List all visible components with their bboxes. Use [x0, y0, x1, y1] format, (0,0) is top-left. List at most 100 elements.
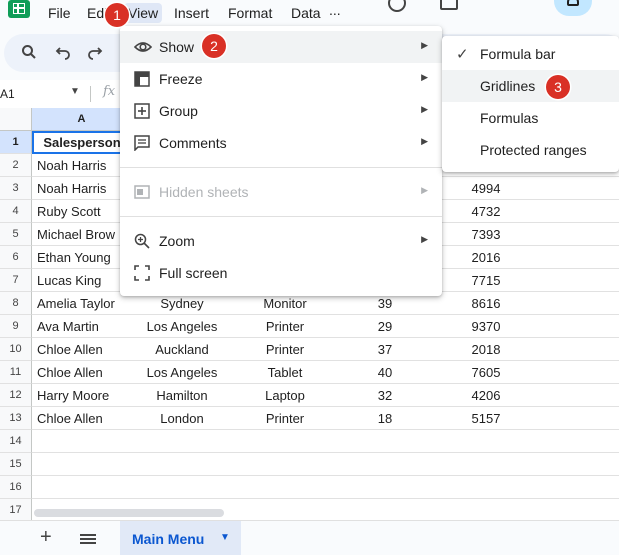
menu-item-formula-bar[interactable]: ✓ Formula bar [442, 38, 619, 70]
table-cell[interactable]: 18 [335, 407, 435, 430]
table-cell[interactable]: Printer [235, 407, 335, 430]
row-header[interactable]: 8 [0, 292, 32, 315]
table-cell[interactable]: Los Angeles [132, 315, 232, 338]
search-icon[interactable] [20, 44, 38, 62]
checkmark-icon: ✓ [456, 46, 469, 63]
freeze-icon [134, 71, 150, 87]
row-header[interactable]: 14 [0, 430, 32, 453]
name-box[interactable]: A1 [0, 87, 15, 101]
submenu-arrow-icon: ▶ [421, 136, 428, 146]
table-cell[interactable]: 9370 [436, 315, 536, 338]
table-cell[interactable]: 7393 [436, 223, 536, 246]
all-sheets-icon[interactable] [80, 534, 96, 544]
row-header[interactable]: 7 [0, 269, 32, 292]
table-cell[interactable]: 4206 [436, 384, 536, 407]
row-header[interactable]: 16 [0, 476, 32, 499]
row-header[interactable]: 10 [0, 338, 32, 361]
fullscreen-icon [134, 265, 150, 281]
row-header[interactable]: 2 [0, 154, 32, 177]
column-header-a[interactable]: A [32, 108, 132, 131]
sheets-logo-icon[interactable] [8, 0, 30, 18]
menu-item-freeze[interactable]: Freeze ▶ [120, 63, 442, 95]
table-cell[interactable]: Noah Harris [32, 154, 132, 177]
row-header[interactable]: 9 [0, 315, 32, 338]
submenu-arrow-icon: ▶ [421, 185, 428, 195]
comment-icon[interactable] [440, 0, 458, 10]
history-icon[interactable] [388, 0, 406, 12]
account-button[interactable] [554, 0, 592, 16]
table-cell[interactable]: 2018 [436, 338, 536, 361]
menu-format[interactable]: Format [228, 5, 272, 21]
table-cell[interactable]: 4732 [436, 200, 536, 223]
table-cell[interactable]: London [132, 407, 232, 430]
menu-item-zoom[interactable]: Zoom ▶ [120, 225, 442, 257]
table-cell[interactable]: Chloe Allen [32, 407, 132, 430]
table-cell[interactable]: Tablet [235, 361, 335, 384]
menu-item-full-screen[interactable]: Full screen [120, 257, 442, 289]
chevron-down-icon[interactable]: ▼ [70, 86, 80, 97]
selected-cell-outline [32, 131, 132, 154]
table-cell[interactable]: Laptop [235, 384, 335, 407]
show-submenu: ✓ Formula bar Gridlines Formulas Protect… [442, 36, 619, 172]
redo-icon[interactable] [86, 44, 104, 62]
table-cell[interactable]: 37 [335, 338, 435, 361]
horizontal-scrollbar[interactable] [34, 509, 224, 517]
menu-item-show[interactable]: Show ▶ [120, 31, 442, 63]
menu-file[interactable]: File [48, 5, 71, 21]
row-header[interactable]: 4 [0, 200, 32, 223]
row-header[interactable]: 17 [0, 499, 32, 520]
table-cell[interactable]: 7605 [436, 361, 536, 384]
table-cell[interactable]: Hamilton [132, 384, 232, 407]
person-icon [567, 0, 579, 6]
table-cell[interactable]: Auckland [132, 338, 232, 361]
table-cell[interactable]: Lucas King [32, 269, 132, 292]
table-cell[interactable]: 4994 [436, 177, 536, 200]
table-cell[interactable]: Amelia Taylor [32, 292, 132, 315]
menu-data[interactable]: Data [291, 5, 321, 21]
menu-item-formulas[interactable]: Formulas [442, 102, 619, 134]
table-cell[interactable]: Harry Moore [32, 384, 132, 407]
table-cell[interactable]: Michael Brow [32, 223, 132, 246]
row-header[interactable]: 5 [0, 223, 32, 246]
row-header[interactable]: 3 [0, 177, 32, 200]
table-cell[interactable]: 40 [335, 361, 435, 384]
menu-item-gridlines[interactable]: Gridlines [442, 70, 619, 102]
submenu-arrow-icon: ▶ [421, 72, 428, 82]
table-cell[interactable]: Chloe Allen [32, 338, 132, 361]
table-cell[interactable]: Printer [235, 315, 335, 338]
view-menu: Show ▶ Freeze ▶ Group ▶ Comments ▶ Hidde… [120, 26, 442, 296]
table-cell[interactable]: 8616 [436, 292, 536, 315]
table-cell[interactable]: Ethan Young [32, 246, 132, 269]
table-cell[interactable]: Chloe Allen [32, 361, 132, 384]
row-header[interactable]: 1 [0, 131, 32, 154]
menu-more[interactable]: ... [329, 2, 341, 18]
table-cell[interactable]: Ava Martin [32, 315, 132, 338]
menu-view[interactable]: View [124, 3, 163, 23]
group-icon [134, 103, 150, 119]
table-cell[interactable]: Noah Harris [32, 177, 132, 200]
row-header[interactable]: 12 [0, 384, 32, 407]
row-header[interactable]: 13 [0, 407, 32, 430]
chevron-down-icon[interactable]: ▼ [220, 532, 230, 543]
row-header[interactable]: 15 [0, 453, 32, 476]
gridline [32, 498, 619, 499]
table-cell[interactable]: 7715 [436, 269, 536, 292]
add-sheet-button[interactable]: + [40, 527, 52, 547]
step-badge-2: 2 [202, 34, 226, 58]
select-all-corner[interactable] [0, 108, 32, 131]
menu-item-protected-ranges[interactable]: Protected ranges [442, 134, 619, 166]
table-cell[interactable]: Los Angeles [132, 361, 232, 384]
table-cell[interactable]: Printer [235, 338, 335, 361]
table-cell[interactable]: 2016 [436, 246, 536, 269]
sheet-tab-main-menu[interactable]: Main Menu ▼ [120, 521, 241, 555]
row-header[interactable]: 6 [0, 246, 32, 269]
table-cell[interactable]: 29 [335, 315, 435, 338]
row-header[interactable]: 11 [0, 361, 32, 384]
table-cell[interactable]: Ruby Scott [32, 200, 132, 223]
menu-item-group[interactable]: Group ▶ [120, 95, 442, 127]
undo-icon[interactable] [54, 44, 72, 62]
table-cell[interactable]: 5157 [436, 407, 536, 430]
menu-item-comments[interactable]: Comments ▶ [120, 127, 442, 159]
table-cell[interactable]: 32 [335, 384, 435, 407]
menu-insert[interactable]: Insert [174, 5, 209, 21]
